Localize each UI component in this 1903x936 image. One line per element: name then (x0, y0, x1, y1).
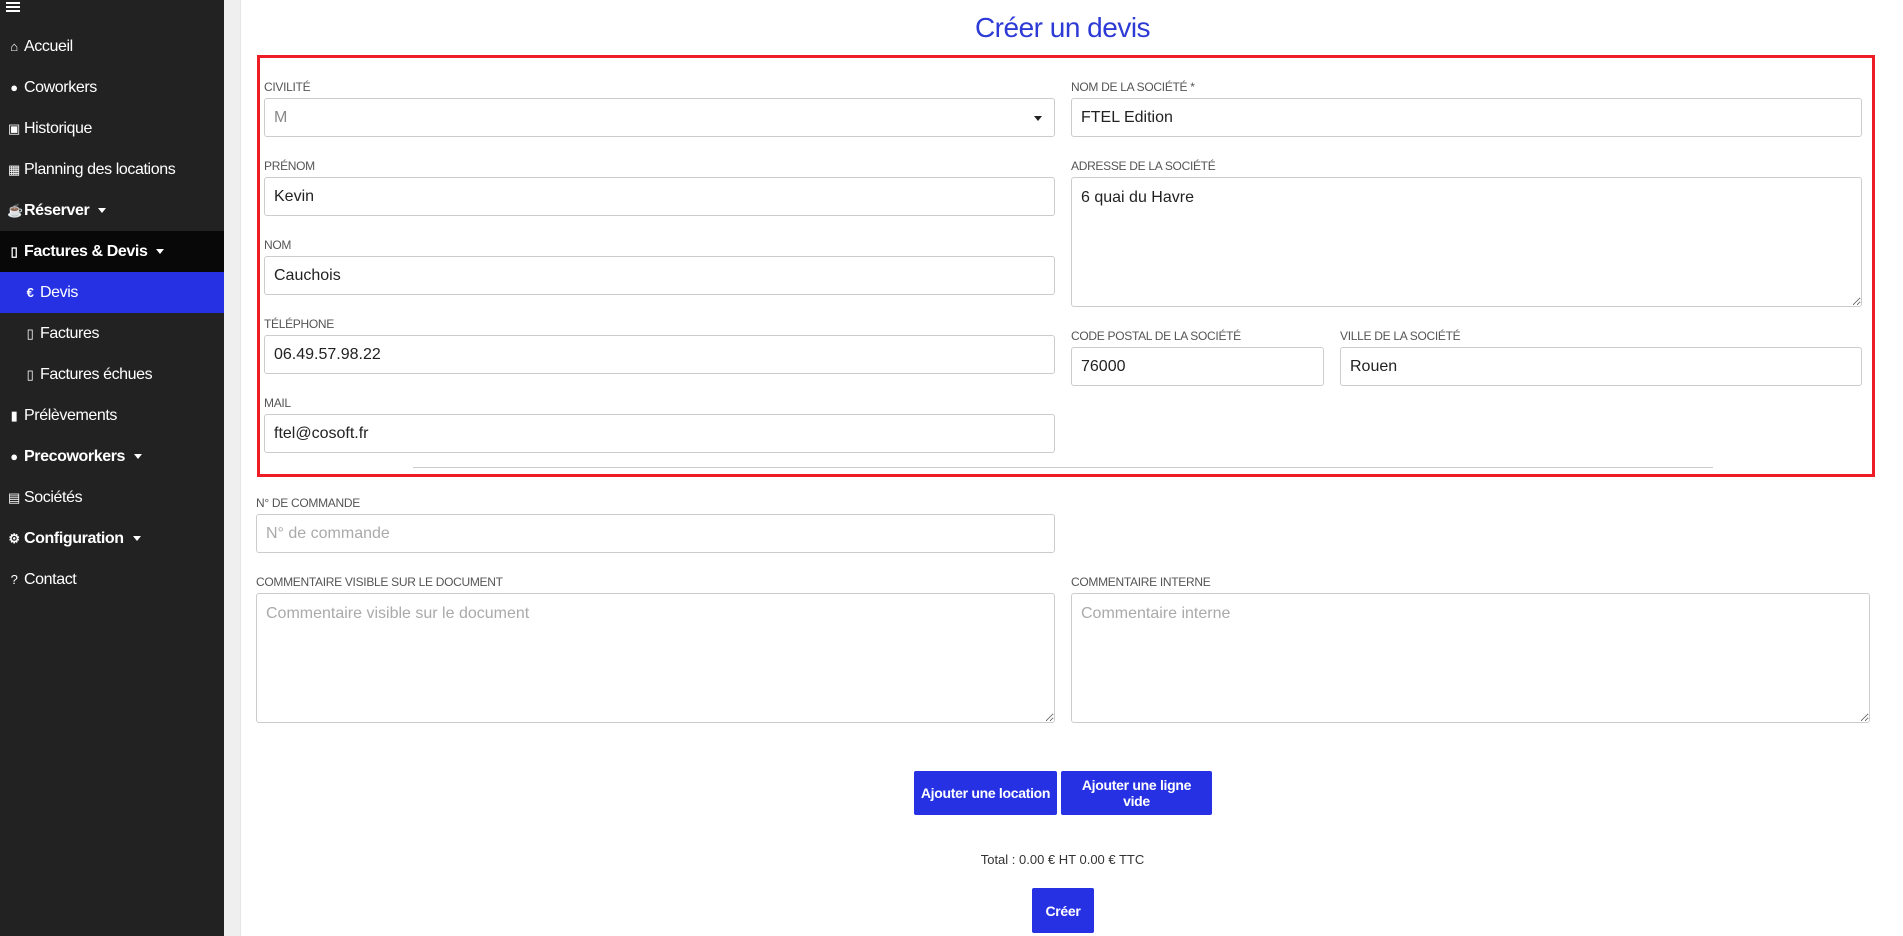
sidebar-item-reserver[interactable]: ☕ Réserver (0, 190, 224, 231)
civilite-select[interactable]: M (264, 98, 1055, 137)
caret-down-icon (156, 249, 165, 254)
sidebar-item-label: Historique (24, 119, 93, 137)
money-icon: ▣ (8, 120, 20, 136)
mail-input[interactable] (264, 414, 1055, 453)
total-summary: Total : 0.00 € HT 0.00 € TTC (980, 852, 1145, 867)
prenom-input[interactable] (264, 177, 1055, 216)
sidebar-item-label: Factures & Devis (24, 242, 148, 260)
building-icon: ▤ (8, 489, 20, 505)
page-title: Créer un devis (974, 12, 1151, 43)
sidebar-item-coworkers[interactable]: ● Coworkers (0, 67, 224, 108)
question-circle-icon: ? (10, 572, 18, 587)
pdf-icon: ▯ (26, 366, 34, 382)
sidebar-item-label: Coworkers (24, 78, 97, 96)
commentaire-visible-label: Commentaire visible sur le document (256, 575, 503, 589)
civilite-label: Civilité (264, 80, 311, 94)
hamburger-menu-icon[interactable] (6, 0, 20, 12)
sidebar-item-label: Accueil (24, 37, 73, 55)
code-postal-input[interactable] (1071, 347, 1324, 386)
societe-nom-input[interactable] (1071, 98, 1862, 137)
sidebar-item-label: Réserver (24, 201, 90, 219)
add-location-button[interactable]: Ajouter une location (914, 771, 1057, 815)
sidebar-item-label: Devis (40, 283, 79, 301)
pdf-icon: ▯ (26, 325, 34, 341)
sidebar-item-factures-devis[interactable]: ▯ Factures & Devis (0, 231, 224, 272)
ville-input[interactable] (1340, 347, 1862, 386)
civilite-value: M (274, 109, 288, 126)
nom-input[interactable] (264, 256, 1055, 295)
divider (413, 467, 1713, 468)
commentaire-interne-label: Commentaire interne (1071, 575, 1211, 589)
sidebar-item-configuration[interactable]: ⚙ Configuration (0, 518, 224, 559)
societe-nom-label-text: Nom de la société * (1071, 80, 1195, 94)
commande-input[interactable] (256, 514, 1055, 553)
caret-down-icon (134, 454, 143, 459)
sidebar-item-label: Sociétés (24, 488, 83, 506)
calendar-icon: ▦ (8, 161, 20, 177)
societe-adresse-label: Adresse de la société (1071, 159, 1216, 173)
sidebar-item-label: Contact (24, 570, 77, 588)
societe-nom-label: Nom de la société * (1071, 80, 1195, 94)
caret-down-icon (98, 208, 107, 213)
commentaire-interne-textarea[interactable] (1071, 593, 1870, 723)
code-postal-label: Code postal de la société (1071, 329, 1241, 343)
sidebar-item-contact[interactable]: ? Contact (0, 559, 224, 600)
sidebar-item-label: Precoworkers (24, 447, 126, 465)
telephone-label: Téléphone (264, 317, 334, 331)
sidebar-item-label: Factures échues (40, 365, 153, 383)
sidebar-item-label: Planning des locations (24, 160, 176, 178)
societe-adresse-textarea[interactable]: 6 quai du Havre (1071, 177, 1862, 307)
sidebar-item-precoworkers[interactable]: ● Precoworkers (0, 436, 224, 477)
telephone-input[interactable] (264, 335, 1055, 374)
ville-label: Ville de la société (1340, 329, 1461, 343)
user-icon: ● (10, 80, 18, 95)
sidebar-item-societes[interactable]: ▤ Sociétés (0, 477, 224, 518)
prenom-label: Prénom (264, 159, 315, 173)
commande-label: N° de commande (256, 496, 360, 510)
sidebar-item-accueil[interactable]: ⌂ Accueil (0, 26, 224, 67)
caret-down-icon (132, 536, 141, 541)
sidebar: ⌂ Accueil ● Coworkers ▣ Historique ▦ Plannin… (0, 0, 224, 936)
sidebar-item-label: Prélèvements (24, 406, 118, 424)
cogs-icon: ⚙ (8, 530, 20, 546)
sidebar-item-planning[interactable]: ▦ Planning des locations (0, 149, 224, 190)
sidebar-item-historique[interactable]: ▣ Historique (0, 108, 224, 149)
nom-label: Nom (264, 238, 292, 252)
commentaire-visible-textarea[interactable] (256, 593, 1055, 723)
file-icon: ▮ (10, 407, 18, 423)
sidebar-item-label: Factures (40, 324, 100, 342)
sidebar-item-factures-echues[interactable]: ▯ Factures échues (0, 354, 224, 395)
sidebar-item-devis[interactable]: € Devis (0, 272, 224, 313)
user-icon: ● (10, 449, 18, 464)
coffee-icon: ☕ (7, 202, 23, 218)
euro-icon: € (26, 285, 34, 300)
mail-label: Mail (264, 396, 291, 410)
pdf-icon: ▯ (10, 243, 18, 259)
create-button[interactable]: Créer (1032, 888, 1094, 933)
add-empty-line-button[interactable]: Ajouter une ligne vide (1061, 771, 1212, 815)
sidebar-item-prelevements[interactable]: ▮ Prélèvements (0, 395, 224, 436)
sidebar-item-label: Configuration (24, 529, 124, 547)
sidebar-item-factures[interactable]: ▯ Factures (0, 313, 224, 354)
home-icon: ⌂ (10, 39, 18, 54)
